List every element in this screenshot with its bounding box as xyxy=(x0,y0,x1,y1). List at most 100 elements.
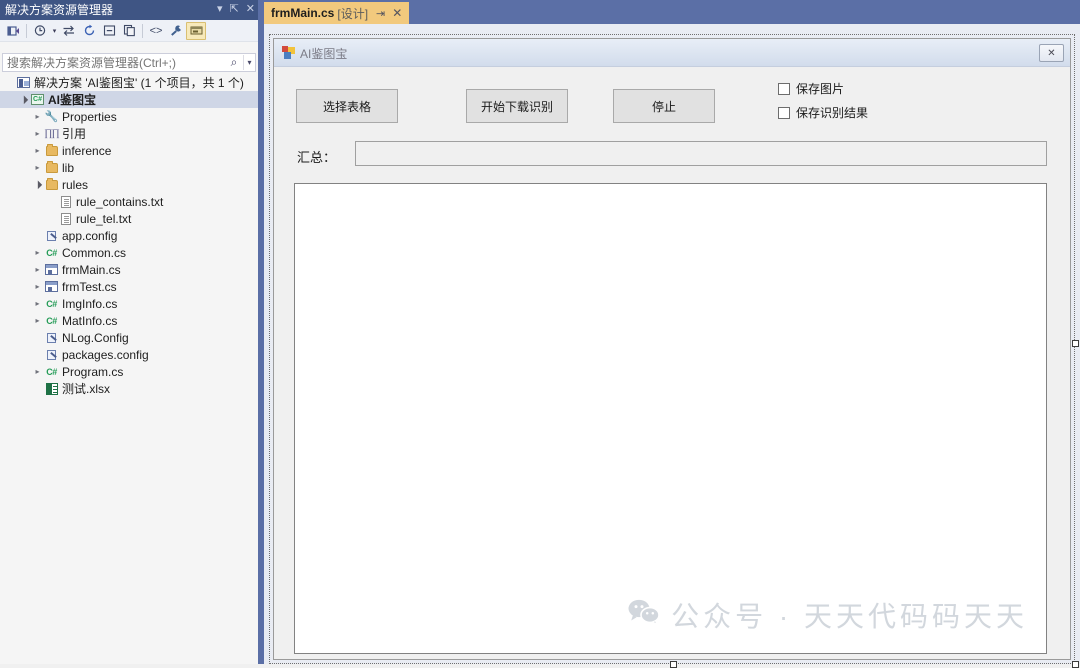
collapsed-arrow-icon[interactable]: ▸ xyxy=(32,129,43,138)
tree-item[interactable]: ▸ frmTest.cs xyxy=(0,278,258,295)
solution-explorer-title: 解决方案资源管理器 xyxy=(5,3,114,17)
form-close-button[interactable]: ✕ xyxy=(1039,44,1064,62)
references-icon: ∏∏ xyxy=(44,128,60,139)
folder-icon xyxy=(43,143,60,156)
pending-changes-icon[interactable] xyxy=(30,22,50,40)
tree-item-label: Properties xyxy=(62,109,117,124)
view-code-icon[interactable]: <> xyxy=(146,22,166,40)
pin-icon[interactable]: ⇱ xyxy=(230,2,239,16)
tree-item[interactable]: packages.config xyxy=(0,346,258,363)
collapse-all-icon[interactable] xyxy=(99,22,119,40)
collapsed-arrow-icon[interactable]: ▸ xyxy=(32,316,43,325)
start-download-recognize-button[interactable]: 开始下载识别 xyxy=(466,89,568,123)
search-input-wrapper[interactable]: ⌕ ▾ xyxy=(2,53,256,72)
config-file-icon xyxy=(43,230,60,242)
tree-item[interactable]: ▸ lib xyxy=(0,159,258,176)
stop-button[interactable]: 停止 xyxy=(613,89,715,123)
close-icon[interactable]: ✕ xyxy=(246,2,255,16)
chevron-down-icon[interactable]: ▾ xyxy=(217,2,223,16)
tree-item[interactable]: ▸ C# MatInfo.cs xyxy=(0,312,258,329)
sync-icon[interactable] xyxy=(59,22,79,40)
tree-item[interactable]: 解决方案 'AI鉴图宝' (1 个项目，共 1 个) xyxy=(0,74,258,91)
pin-icon[interactable]: ⇥ xyxy=(376,7,385,20)
solution-tree[interactable]: 解决方案 'AI鉴图宝' (1 个项目，共 1 个) ◢ C# AI鉴图宝 ▸ 🔧 Prop… xyxy=(0,74,258,664)
collapsed-arrow-icon[interactable]: ▸ xyxy=(32,146,43,155)
tree-item[interactable]: NLog.Config xyxy=(0,329,258,346)
resize-grip-bottom[interactable] xyxy=(670,661,677,668)
excel-file-icon xyxy=(43,382,60,395)
tree-item[interactable]: ▸ frmMain.cs xyxy=(0,261,258,278)
tree-item[interactable]: ◢ rules xyxy=(0,176,258,193)
visual-studio-window: 解决方案资源管理器 ▾ ⇱ ✕ ▾ <> 搜索解决方案资源管理器(Ctrl+;)… xyxy=(0,0,1080,668)
wrench-icon: 🔧 xyxy=(44,111,59,123)
winform-file-icon xyxy=(43,264,60,275)
tree-item-label: app.config xyxy=(62,228,118,243)
tree-item[interactable]: ▸ C# Program.cs xyxy=(0,363,258,380)
search-input[interactable] xyxy=(3,54,225,71)
save-result-checkbox-label: 保存识别结果 xyxy=(796,106,869,120)
tree-item[interactable]: ▸ C# Common.cs xyxy=(0,244,258,261)
folder-icon xyxy=(43,160,60,173)
project-icon: C# xyxy=(29,94,46,105)
properties-icon[interactable] xyxy=(166,22,186,40)
resize-grip-corner[interactable] xyxy=(1072,661,1079,668)
tree-item-label: frmMain.cs xyxy=(62,262,121,277)
home-icon[interactable] xyxy=(3,22,23,40)
tree-item[interactable]: ▸ ∏∏ 引用 xyxy=(0,125,258,142)
checkbox-box xyxy=(778,82,790,95)
tree-item[interactable]: ◢ C# AI鉴图宝 xyxy=(0,91,258,108)
tree-item-label: lib xyxy=(62,160,75,175)
resize-grip-right[interactable] xyxy=(1072,340,1079,347)
close-icon: ✕ xyxy=(1047,47,1056,59)
result-panel[interactable]: 公众号 · 天天代码码天天 xyxy=(294,183,1047,654)
search-options-dropdown-icon[interactable]: ▾ xyxy=(243,55,255,70)
show-all-files-icon[interactable] xyxy=(119,22,139,40)
collapsed-arrow-icon[interactable]: ▸ xyxy=(32,265,43,274)
tree-item-label: Program.cs xyxy=(62,364,124,379)
tree-item-label: rules xyxy=(62,177,89,192)
tree-item[interactable]: rule_contains.txt xyxy=(0,193,258,210)
text-file-icon xyxy=(57,195,74,208)
form-body: 选择表格 开始下载识别 停止 保存图片 保存识别结果 汇总： 公众号 · 天天代… xyxy=(274,67,1070,659)
select-table-button[interactable]: 选择表格 xyxy=(296,89,398,123)
csharp-file-icon: C# xyxy=(46,366,57,377)
view-designer-icon[interactable] xyxy=(186,21,206,40)
collapsed-arrow-icon[interactable]: ▸ xyxy=(32,282,43,291)
watermark: 公众号 · 天天代码码天天 xyxy=(627,595,1028,635)
collapsed-arrow-icon[interactable]: ▸ xyxy=(32,112,43,121)
tree-item[interactable]: ▸ 🔧 Properties xyxy=(0,108,258,125)
tree-item-label: 引用 xyxy=(62,127,87,141)
tree-item-label: 测试.xlsx xyxy=(62,382,111,396)
start-download-recognize-button-label: 开始下载识别 xyxy=(480,99,553,114)
summary-textbox[interactable] xyxy=(355,141,1047,166)
config-file-icon xyxy=(43,349,60,361)
solution-explorer-panel: 解决方案资源管理器 ▾ ⇱ ✕ ▾ <> 搜索解决方案资源管理器(Ctrl+;)… xyxy=(0,0,258,664)
tree-item[interactable]: app.config xyxy=(0,227,258,244)
search-icon[interactable]: ⌕ xyxy=(225,55,243,70)
tree-item-label: packages.config xyxy=(62,347,149,362)
collapsed-arrow-icon[interactable]: ▸ xyxy=(32,248,43,257)
tree-item[interactable]: 测试.xlsx xyxy=(0,380,258,397)
collapsed-arrow-icon[interactable]: ▸ xyxy=(32,367,43,376)
save-image-checkbox[interactable]: 保存图片 xyxy=(778,80,844,97)
select-table-button-label: 选择表格 xyxy=(322,99,371,114)
tree-item[interactable]: rule_tel.txt xyxy=(0,210,258,227)
solution-explorer-titlebar-buttons: ▾ ⇱ ✕ xyxy=(217,2,255,16)
tree-item-label: NLog.Config xyxy=(62,330,129,345)
save-result-checkbox[interactable]: 保存识别结果 xyxy=(778,104,868,121)
tree-item-label: inference xyxy=(62,143,112,158)
tree-item[interactable]: ▸ inference xyxy=(0,142,258,159)
collapsed-arrow-icon[interactable]: ▸ xyxy=(32,299,43,308)
collapsed-arrow-icon[interactable]: ▸ xyxy=(32,163,43,172)
refresh-icon[interactable] xyxy=(79,22,99,40)
winform-designer-surface[interactable]: AI鉴图宝 ✕ 选择表格 开始下载识别 停止 保存图片 保存识别结果 汇总： 公… xyxy=(273,38,1071,660)
checkbox-box xyxy=(778,106,790,119)
design-canvas[interactable]: AI鉴图宝 ✕ 选择表格 开始下载识别 停止 保存图片 保存识别结果 汇总： 公… xyxy=(264,24,1080,668)
folder-icon xyxy=(43,177,60,190)
tree-item[interactable]: ▸ C# ImgInfo.cs xyxy=(0,295,258,312)
tree-item-label: 解决方案 'AI鉴图宝' (1 个项目，共 1 个) xyxy=(34,76,244,90)
chevron-down-icon[interactable]: ▾ xyxy=(50,22,59,40)
tree-item-label: ImgInfo.cs xyxy=(62,296,118,311)
tab-frmmain-designer[interactable]: frmMain.cs [设计] ⇥ ✕ xyxy=(264,2,410,24)
close-icon[interactable]: ✕ xyxy=(392,6,402,20)
